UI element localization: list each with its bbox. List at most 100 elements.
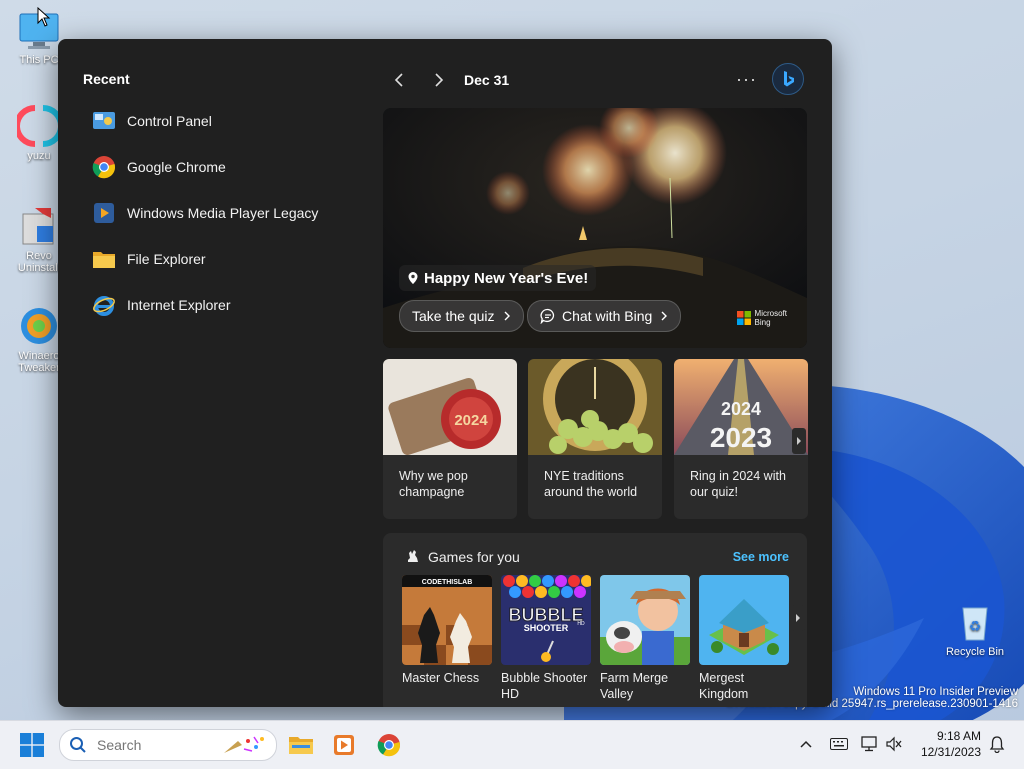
feed-date: Dec 31 bbox=[464, 72, 510, 88]
network-icon bbox=[861, 736, 877, 752]
chevron-right-icon bbox=[796, 614, 800, 622]
media-player-icon bbox=[334, 735, 354, 755]
see-more-link[interactable]: See more bbox=[733, 550, 789, 564]
game-badge: CODETHISLAB bbox=[422, 579, 473, 586]
game-mergest-kingdom[interactable]: Mergest Kingdom bbox=[699, 575, 789, 702]
mergest-kingdom-image bbox=[699, 575, 789, 665]
mouse-cursor-icon bbox=[37, 7, 51, 27]
bing-button[interactable] bbox=[772, 63, 804, 95]
game-logo-line2: SHOOTER bbox=[524, 623, 569, 633]
svg-text:♻: ♻ bbox=[969, 618, 982, 634]
games-widget: Games for you See more CODETHISLAB Maste… bbox=[383, 533, 807, 707]
desktop-icon-label: yuzu bbox=[27, 150, 51, 162]
keyboard-button[interactable] bbox=[828, 732, 850, 756]
folder-icon bbox=[92, 247, 116, 271]
notifications-button[interactable] bbox=[986, 732, 1008, 756]
game-farm-merge-valley[interactable]: Farm Merge Valley bbox=[600, 575, 690, 702]
taskbar-media-player[interactable] bbox=[330, 731, 358, 759]
more-options-button[interactable]: ··· bbox=[736, 69, 757, 90]
master-chess-image: CODETHISLAB bbox=[402, 575, 492, 665]
card-badge: 2024 bbox=[454, 412, 488, 429]
news-card-nye-traditions[interactable]: NYE traditions around the world bbox=[528, 359, 662, 519]
chevron-left-icon bbox=[394, 73, 403, 87]
desktop-icon-label: Revo Uninstall bbox=[17, 250, 61, 274]
chevron-up-icon bbox=[800, 740, 812, 748]
desktop-icon-recycle-bin[interactable]: ♻ Recycle Bin bbox=[942, 600, 1008, 658]
start-button[interactable] bbox=[20, 733, 44, 757]
control-panel-icon bbox=[92, 109, 116, 133]
recent-item-label: Google Chrome bbox=[127, 159, 226, 175]
chrome-icon bbox=[92, 155, 116, 179]
hero-title: Happy New Year's Eve! bbox=[399, 265, 597, 291]
card-bottom-text: 2023 bbox=[710, 422, 772, 453]
chevron-right-icon bbox=[661, 311, 668, 321]
recent-item-control-panel[interactable]: Control Panel bbox=[92, 103, 212, 139]
chat-bubble-icon bbox=[540, 308, 555, 324]
desktop-icon-label: Winaero Tweaker bbox=[18, 350, 60, 374]
chevron-right-icon bbox=[797, 437, 801, 445]
card-caption: Ring in 2024 with our quiz! bbox=[690, 469, 786, 499]
recent-item-label: Windows Media Player Legacy bbox=[127, 205, 319, 221]
microsoft-bing-brand: Microsoft Bing bbox=[736, 309, 787, 327]
clock-time: 9:18 AM bbox=[936, 729, 981, 743]
recent-item-label: Internet Explorer bbox=[127, 297, 231, 313]
desktop-icon-label: Recycle Bin bbox=[945, 646, 1005, 658]
game-name: Master Chess bbox=[402, 671, 480, 685]
network-button[interactable] bbox=[859, 732, 881, 756]
taskbar-search[interactable] bbox=[59, 729, 277, 761]
game-name: Mergest Kingdom bbox=[699, 671, 749, 701]
games-scroll-right-button[interactable] bbox=[791, 605, 805, 631]
bing-icon bbox=[784, 71, 794, 87]
media-player-icon bbox=[92, 201, 116, 225]
volume-button[interactable] bbox=[883, 732, 905, 756]
winaero-tweaker-icon bbox=[17, 304, 61, 348]
games-title: Games for you bbox=[428, 549, 520, 565]
folder-icon bbox=[289, 737, 313, 754]
recent-item-label: File Explorer bbox=[127, 251, 206, 267]
taskbar-file-explorer[interactable] bbox=[287, 731, 315, 759]
clock[interactable]: 9:18 AM 12/31/2023 bbox=[905, 728, 981, 760]
microsoft-logo-icon bbox=[736, 311, 751, 325]
chrome-icon bbox=[377, 734, 401, 757]
road-2024-image: 2024 2023 bbox=[674, 359, 808, 455]
feed-nav: Dec 31 bbox=[386, 67, 509, 93]
next-button[interactable] bbox=[426, 67, 452, 93]
chat-with-bing-label: Chat with Bing bbox=[562, 308, 653, 324]
search-input[interactable] bbox=[95, 736, 209, 754]
champagne-cork-image: 2024 bbox=[383, 359, 517, 455]
recent-title: Recent bbox=[83, 71, 130, 87]
game-bubble-shooter[interactable]: BUBBLE SHOOTER HD Bubble Shooter HD bbox=[501, 575, 591, 702]
revo-uninstaller-icon bbox=[17, 204, 61, 248]
game-logo-line3: HD bbox=[577, 621, 585, 627]
news-card-ring-in-2024[interactable]: 2024 2023 Ring in 2024 with our quiz! bbox=[674, 359, 808, 519]
taskbar-chrome[interactable] bbox=[375, 731, 403, 759]
game-master-chess[interactable]: CODETHISLAB Master Chess bbox=[402, 575, 492, 686]
recent-item-media-player[interactable]: Windows Media Player Legacy bbox=[92, 195, 318, 231]
recent-item-chrome[interactable]: Google Chrome bbox=[92, 149, 226, 185]
brand-line1: Microsoft bbox=[754, 309, 787, 318]
search-icon bbox=[70, 737, 86, 753]
hero-title-text: Happy New Year's Eve! bbox=[424, 269, 589, 287]
farm-merge-valley-image bbox=[600, 575, 690, 665]
widgets-panel: Recent Control Panel Google Chrome Windo… bbox=[58, 39, 832, 707]
take-quiz-button[interactable]: Take the quiz bbox=[399, 300, 524, 332]
bubble-shooter-image: BUBBLE SHOOTER HD bbox=[501, 575, 591, 665]
grapes-clock-image bbox=[528, 359, 662, 455]
recent-item-label: Control Panel bbox=[127, 113, 212, 129]
take-quiz-label: Take the quiz bbox=[412, 308, 495, 324]
chat-with-bing-button[interactable]: Chat with Bing bbox=[527, 300, 682, 332]
recent-item-file-explorer[interactable]: File Explorer bbox=[92, 241, 206, 277]
previous-button[interactable] bbox=[386, 67, 412, 93]
yuzu-icon bbox=[14, 104, 64, 148]
hero-card[interactable]: Happy New Year's Eve! Take the quiz Chat… bbox=[383, 108, 807, 348]
cards-scroll-right-button[interactable] bbox=[792, 428, 806, 454]
location-pin-icon bbox=[408, 272, 418, 284]
show-hidden-icons-button[interactable] bbox=[795, 732, 817, 756]
internet-explorer-icon bbox=[92, 293, 116, 317]
card-caption: Why we pop champagne bbox=[399, 469, 468, 499]
chevron-right-icon bbox=[504, 311, 510, 321]
card-top-text: 2024 bbox=[721, 399, 761, 419]
recent-item-internet-explorer[interactable]: Internet Explorer bbox=[92, 287, 231, 323]
news-card-champagne[interactable]: 2024 Why we pop champagne bbox=[383, 359, 517, 519]
windows-logo-icon bbox=[20, 733, 44, 757]
